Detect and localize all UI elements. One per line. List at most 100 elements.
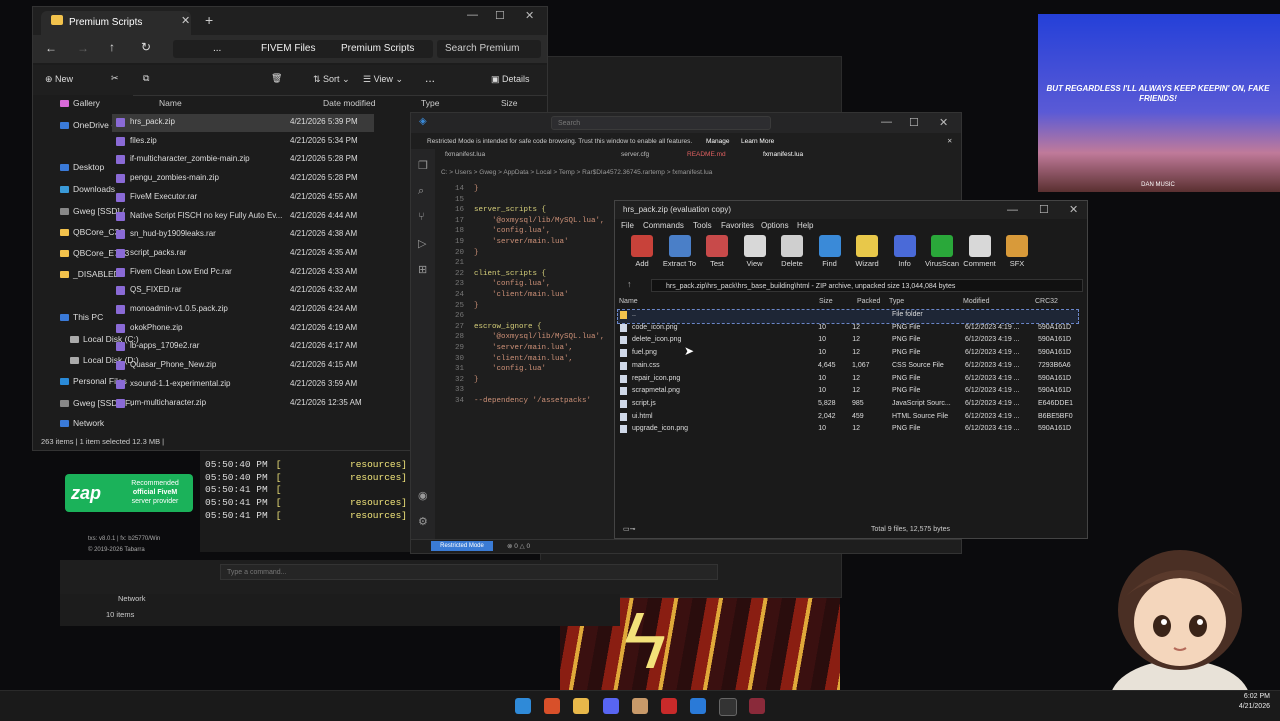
archive-row[interactable]: ui.html 2,042 459 HTML Source File 6/12/2023… [618, 412, 1078, 425]
tool-extract-to[interactable]: Extract To [661, 235, 699, 268]
app-icon[interactable] [632, 698, 648, 714]
refresh-icon[interactable]: ↻ [141, 40, 151, 54]
search-icon[interactable]: ⌕ [418, 185, 424, 198]
file-row[interactable]: if-multicharacter_zombie-main.zip 4/21/20… [112, 151, 374, 169]
column-size[interactable]: Size [501, 98, 518, 108]
file-row[interactable]: QS_FIXED.rar 4/21/2026 4:32 AM [112, 282, 374, 300]
tool-find[interactable]: Find [811, 235, 849, 268]
menu-tools[interactable]: Tools [693, 221, 712, 230]
new-button[interactable]: ⊕ New [45, 74, 73, 85]
tool-test[interactable]: Test [698, 235, 736, 268]
winrar-minimize-icon[interactable]: — [1007, 201, 1018, 219]
delete-icon[interactable]: 🗑 [271, 73, 282, 84]
nav-item[interactable]: This PC [60, 312, 103, 322]
file-row[interactable]: xsound-1.1-experimental.zip 4/21/2026 3:5… [112, 376, 374, 394]
menu-help[interactable]: Help [797, 221, 813, 230]
banner-learn-more-link[interactable]: Learn More [741, 135, 774, 149]
archive-row[interactable]: repair_icon.png 10 12 PNG File 6/12/2023 4:1… [618, 374, 1078, 387]
archive-column-modified[interactable]: Modified [963, 298, 989, 305]
sort-button[interactable]: ⇅ Sort ⌄ [313, 74, 350, 85]
tab-server-cfg[interactable]: server.cfg [621, 151, 649, 158]
archive-path-bar[interactable]: hrs_pack.zip\hrs_pack\hrs_base_building\… [651, 279, 1083, 292]
breadcrumb[interactable]: ... FIVEM Files Premium Scripts [173, 40, 433, 58]
archive-column-size[interactable]: Size [819, 298, 833, 305]
run-debug-icon[interactable]: ▷ [418, 237, 426, 250]
tool-delete[interactable]: Delete [773, 235, 811, 268]
menu-commands[interactable]: Commands [643, 221, 684, 230]
more-options-icon[interactable]: ... [425, 71, 435, 85]
archive-column-crc32[interactable]: CRC32 [1035, 298, 1058, 305]
banner-manage-link[interactable]: Manage [706, 135, 730, 149]
tool-info[interactable]: Info [886, 235, 924, 268]
file-row[interactable]: pengu_zombies-main.zip 4/21/2026 5:28 PM [112, 170, 374, 188]
vscode-minimize-icon[interactable]: — [881, 116, 892, 128]
view-button[interactable]: ☰ View ⌄ [363, 74, 403, 85]
nav-item[interactable]: Downloads [60, 184, 115, 194]
breadcrumb-ellipsis[interactable]: ... [213, 43, 221, 54]
new-tab-button[interactable]: + [205, 12, 213, 28]
file-row[interactable]: Quasar_Phone_New.zip 4/21/2026 4:15 AM [112, 357, 374, 375]
minimize-icon[interactable]: — [467, 9, 478, 21]
file-row[interactable]: Native Script FISCH no key Fully Auto Ev… [112, 208, 374, 226]
menu-favorites[interactable]: Favorites [721, 221, 754, 230]
command-input[interactable]: Type a command... [220, 564, 718, 580]
close-tab-icon[interactable]: ✕ [181, 14, 190, 27]
file-row[interactable]: lb-apps_1709e2.rar 4/21/2026 4:17 AM [112, 338, 374, 356]
close-icon[interactable]: ✕ [525, 9, 534, 22]
up-arrow-icon[interactable]: ↑ [109, 40, 115, 54]
column-date-modified[interactable]: Date modified [323, 98, 375, 108]
file-row[interactable]: um-multicharacter.zip 4/21/2026 12:35 AM [112, 395, 374, 413]
winrar-close-icon[interactable]: ✕ [1069, 201, 1078, 219]
archive-row[interactable]: code_icon.png 10 12 PNG File 6/12/2023 4:19 … [618, 323, 1078, 336]
system-clock[interactable]: 6:02 PM 4/21/2026 [1228, 692, 1270, 712]
winrar-maximize-icon[interactable]: ☐ [1039, 201, 1049, 219]
command-center-search[interactable]: Search [551, 116, 771, 130]
nav-item[interactable]: Gallery [60, 98, 100, 108]
archive-column-packed[interactable]: Packed [857, 298, 880, 305]
windows-start-icon[interactable] [515, 698, 531, 714]
file-explorer-icon[interactable] [573, 698, 589, 714]
editor-breadcrumb[interactable]: C: > Users > Gweg > AppData > Local > Te… [441, 169, 712, 176]
banner-close-icon[interactable]: ✕ [947, 135, 952, 149]
nav-item[interactable]: Network [60, 418, 104, 428]
vscode-maximize-icon[interactable]: ☐ [909, 116, 919, 129]
tool-view[interactable]: View [736, 235, 774, 268]
tool-wizard[interactable]: Wizard [848, 235, 886, 268]
archive-row[interactable]: upgrade_icon.png 10 12 PNG File 6/12/2023 4:… [618, 424, 1078, 437]
tool-virusscan[interactable]: VirusScan [923, 235, 961, 268]
file-row[interactable]: FiveM Executor.rar 4/21/2026 4:55 AM [112, 189, 374, 207]
archive-row[interactable]: scrapmetal.png 10 12 PNG File 6/12/2023 4:19… [618, 386, 1078, 399]
menu-file[interactable]: File [621, 221, 634, 230]
breadcrumb-fivem-files[interactable]: FIVEM Files [261, 43, 315, 54]
tab-fxmanifest-active[interactable]: fxmanifest.lua [763, 151, 803, 158]
archive-row[interactable]: main.css 4,645 1,067 CSS Source File 6/12/20… [618, 361, 1078, 374]
back-arrow-icon[interactable]: ← [45, 41, 57, 55]
menu-options[interactable]: Options [761, 221, 789, 230]
archive-column-name[interactable]: Name [619, 298, 638, 305]
tool-sfx[interactable]: SFX [998, 235, 1036, 268]
network-nav-item[interactable]: Network [118, 594, 146, 603]
source-control-icon[interactable]: ⑂ [418, 211, 425, 223]
column-name[interactable]: Name [159, 98, 182, 108]
archive-column-type[interactable]: Type [889, 298, 904, 305]
tool-comment[interactable]: Comment [961, 235, 999, 268]
file-row[interactable]: hrs_pack.zip 4/21/2026 5:39 PM [112, 114, 374, 132]
tab-premium-scripts[interactable]: Premium Scripts ✕ [41, 11, 191, 35]
archive-row[interactable]: .. File folder [617, 309, 1079, 324]
terminal-icon[interactable] [719, 698, 737, 716]
explorer-icon[interactable]: ❐ [418, 159, 428, 172]
up-folder-icon[interactable]: ↑ [627, 279, 632, 289]
file-row[interactable]: Fivem Clean Low End Pc.rar 4/21/2026 4:33… [112, 264, 374, 282]
vscode-close-icon[interactable]: ✕ [939, 116, 948, 129]
search-input[interactable]: Search Premium [437, 40, 541, 58]
account-icon[interactable]: ◉ [418, 489, 428, 502]
nav-item[interactable]: _DISABLED [60, 269, 120, 279]
tool-add[interactable]: Add [623, 235, 661, 268]
extensions-icon[interactable]: ⊞ [418, 263, 427, 276]
restricted-mode-badge[interactable]: Restricted Mode [431, 541, 493, 551]
maximize-icon[interactable]: ☐ [495, 9, 505, 22]
settings-gear-icon[interactable]: ⚙ [418, 515, 428, 528]
winrar-taskbar-icon[interactable] [749, 698, 765, 714]
file-row[interactable]: sn_hud-by1909leaks.rar 4/21/2026 4:38 AM [112, 226, 374, 244]
adobe-icon[interactable] [661, 698, 677, 714]
